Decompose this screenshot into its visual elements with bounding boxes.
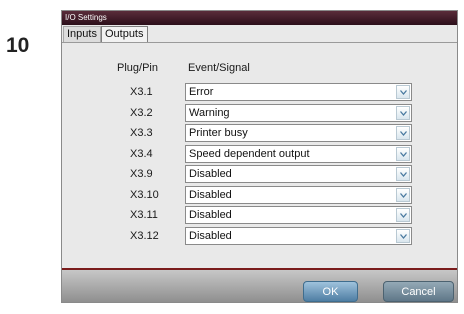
chevron-down-icon[interactable] [396,228,410,243]
tab-inputs[interactable]: Inputs [63,26,101,42]
ok-button[interactable]: OK [303,281,358,302]
event-signal-select[interactable]: Printer busy [185,124,412,142]
event-signal-select[interactable]: Disabled [185,165,412,183]
event-signal-value: Disabled [189,229,232,242]
output-row: X3.2 Warning [62,103,457,122]
dialog-footer: OK Cancel [62,270,457,302]
event-signal-value: Disabled [189,209,232,221]
chevron-down-icon[interactable] [396,126,410,140]
chevron-down-icon[interactable] [396,187,410,202]
pin-label: X3.9 [130,168,153,180]
event-signal-value: Disabled [189,188,232,201]
pin-label: X3.4 [130,147,153,160]
pin-label: X3.2 [130,106,153,119]
event-signal-select[interactable]: Disabled [185,226,412,245]
event-signal-select[interactable]: Error [185,83,412,101]
event-signal-value: Speed dependent output [189,147,310,160]
event-signal-select[interactable]: Warning [185,103,412,122]
output-row: X3.9 Disabled [62,165,457,183]
chevron-down-icon[interactable] [396,105,410,120]
chevron-down-icon[interactable] [396,146,410,161]
dialog-title: I/O Settings [62,11,457,25]
cancel-button[interactable]: Cancel [383,281,454,302]
chevron-down-icon[interactable] [396,208,410,222]
step-number: 10 [6,34,30,57]
output-row: X3.1 Error [62,83,457,101]
output-row: X3.4 Speed dependent output [62,144,457,163]
event-signal-value: Disabled [189,168,232,180]
column-header-event-signal: Event/Signal [188,62,250,74]
tab-outputs[interactable]: Outputs [100,26,148,42]
event-signal-value: Printer busy [189,127,248,139]
tab-divider [62,42,457,43]
chevron-down-icon[interactable] [396,85,410,99]
io-settings-dialog: I/O Settings Inputs Outputs Plug/Pin Eve… [61,10,458,303]
tab-bar: Inputs Outputs [63,26,148,42]
pin-label: X3.12 [130,229,159,242]
pin-label: X3.10 [130,188,159,201]
event-signal-value: Warning [189,106,230,119]
pin-label: X3.3 [130,127,153,139]
output-row: X3.3 Printer busy [62,124,457,142]
pin-label: X3.11 [130,209,158,221]
event-signal-select[interactable]: Disabled [185,206,412,224]
output-row: X3.12 Disabled [62,226,457,245]
event-signal-value: Error [189,86,214,98]
output-row: X3.10 Disabled [62,185,457,204]
event-signal-select[interactable]: Speed dependent output [185,144,412,163]
pin-label: X3.1 [130,86,153,98]
event-signal-select[interactable]: Disabled [185,185,412,204]
column-header-plug-pin: Plug/Pin [117,62,158,74]
chevron-down-icon[interactable] [396,167,410,181]
output-row: X3.11 Disabled [62,206,457,224]
